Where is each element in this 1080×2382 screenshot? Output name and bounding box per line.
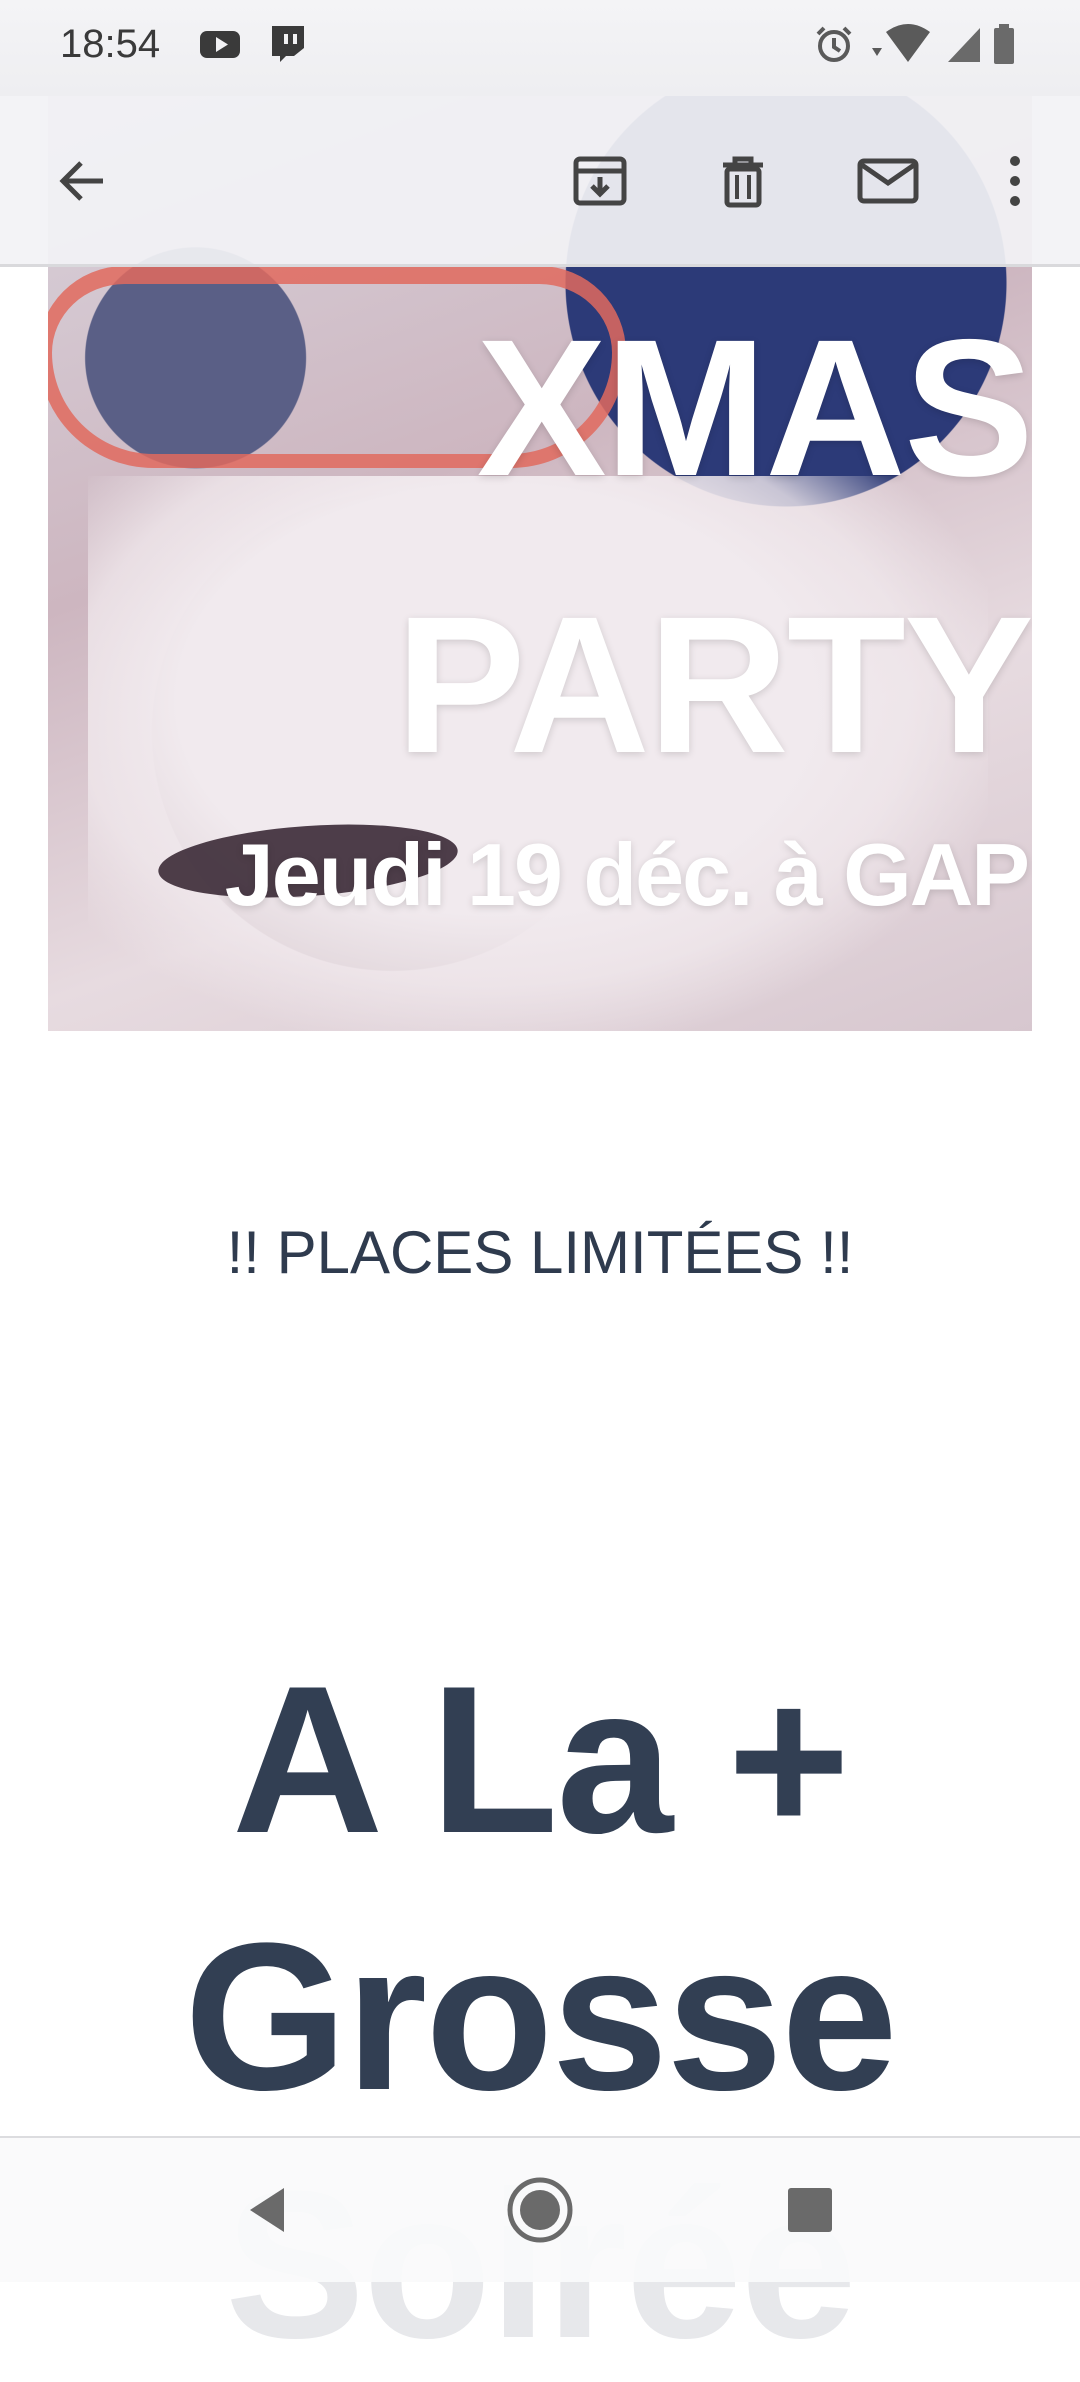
twitch-icon — [266, 22, 310, 66]
archive-icon[interactable] — [555, 136, 645, 226]
nav-back-icon[interactable] — [222, 2164, 314, 2256]
back-arrow-icon[interactable] — [38, 136, 128, 226]
system-navigation-bar — [0, 2136, 1080, 2282]
status-time: 18:54 — [60, 22, 161, 66]
nav-recents-icon[interactable] — [764, 2164, 856, 2256]
delete-icon[interactable] — [698, 136, 788, 226]
email-toolbar — [0, 96, 1080, 267]
headline-line2: Grosse — [184, 1899, 898, 2134]
youtube-icon — [198, 22, 242, 66]
headline-line1: A La + — [231, 1642, 850, 1877]
nav-home-icon[interactable] — [494, 2164, 586, 2256]
hero-event-date: Jeudi 19 déc. à GAP — [224, 825, 1030, 924]
alarm-icon — [812, 22, 856, 66]
hero-title-line1: XMAS — [476, 299, 1032, 517]
status-bar: 18:54 — [0, 0, 1080, 96]
signal-icon — [944, 22, 988, 66]
hero-title-line2: PARTY — [395, 576, 1032, 794]
wifi-icon — [868, 22, 938, 66]
mark-unread-icon[interactable] — [843, 136, 933, 226]
more-options-icon[interactable] — [970, 136, 1060, 226]
limited-places-notice: !! PLACES LIMITÉES !! — [226, 1219, 854, 1286]
battery-icon — [990, 22, 1020, 66]
